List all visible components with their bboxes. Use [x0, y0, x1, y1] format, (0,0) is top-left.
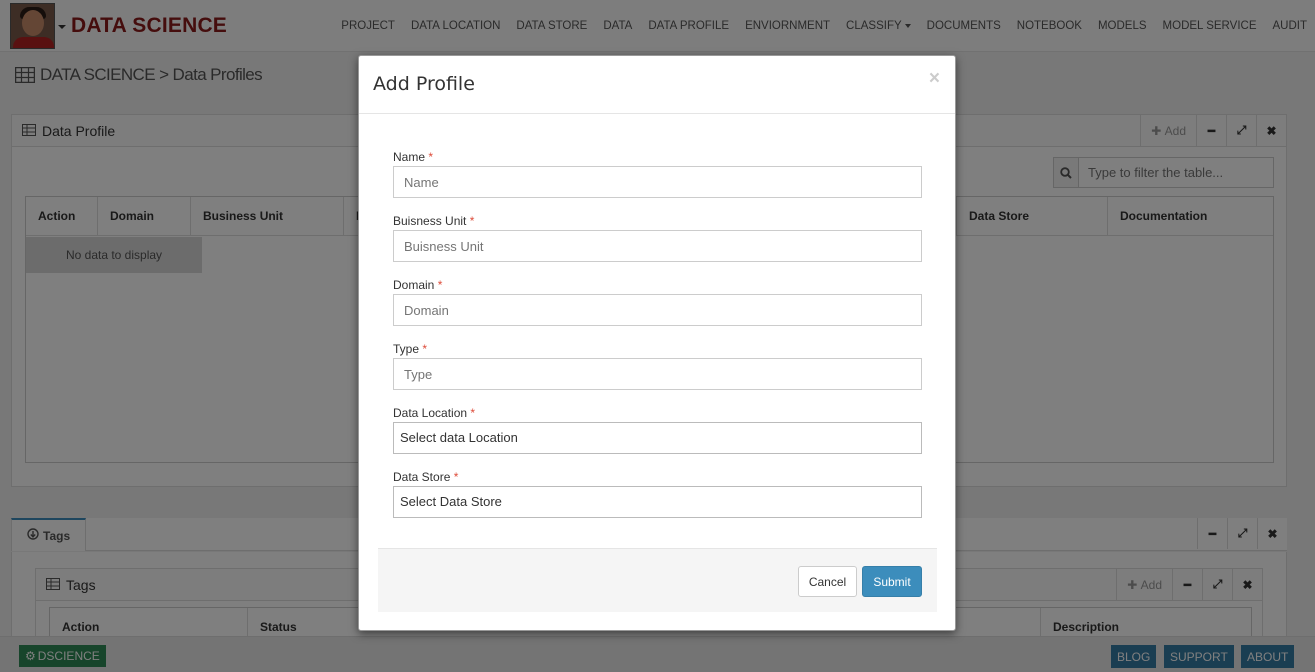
- business-unit-label-text: Buisness Unit: [393, 214, 467, 228]
- domain-field[interactable]: [393, 294, 922, 326]
- name-label-text: Name: [393, 150, 426, 164]
- required-mark: *: [469, 214, 475, 228]
- data-store-label: Data Store *: [393, 470, 458, 484]
- business-unit-label: Buisness Unit *: [393, 214, 474, 228]
- type-label-text: Type: [393, 342, 420, 356]
- required-mark: *: [470, 406, 476, 420]
- business-unit-field[interactable]: [393, 230, 922, 262]
- domain-label-text: Domain: [393, 278, 435, 292]
- data-store-select[interactable]: Select Data Store: [393, 486, 922, 518]
- domain-label: Domain *: [393, 278, 442, 292]
- add-profile-modal: Add Profile × Name * Buisness Unit * Dom…: [358, 55, 956, 631]
- required-mark: *: [437, 278, 443, 292]
- required-mark: *: [453, 470, 459, 484]
- data-location-select[interactable]: Select data Location: [393, 422, 922, 454]
- required-mark: *: [422, 342, 428, 356]
- type-label: Type *: [393, 342, 427, 356]
- submit-button[interactable]: Submit: [862, 566, 922, 597]
- modal-title: Add Profile: [373, 73, 475, 95]
- cancel-button[interactable]: Cancel: [798, 566, 857, 597]
- data-location-label-text: Data Location: [393, 406, 468, 420]
- name-field[interactable]: [393, 166, 922, 198]
- required-mark: *: [428, 150, 434, 164]
- type-field[interactable]: [393, 358, 922, 390]
- modal-footer: Cancel Submit: [378, 548, 937, 612]
- data-store-label-text: Data Store: [393, 470, 451, 484]
- name-label: Name *: [393, 150, 433, 164]
- close-icon[interactable]: ×: [929, 68, 940, 90]
- data-location-label: Data Location *: [393, 406, 475, 420]
- modal-header: Add Profile ×: [359, 56, 955, 114]
